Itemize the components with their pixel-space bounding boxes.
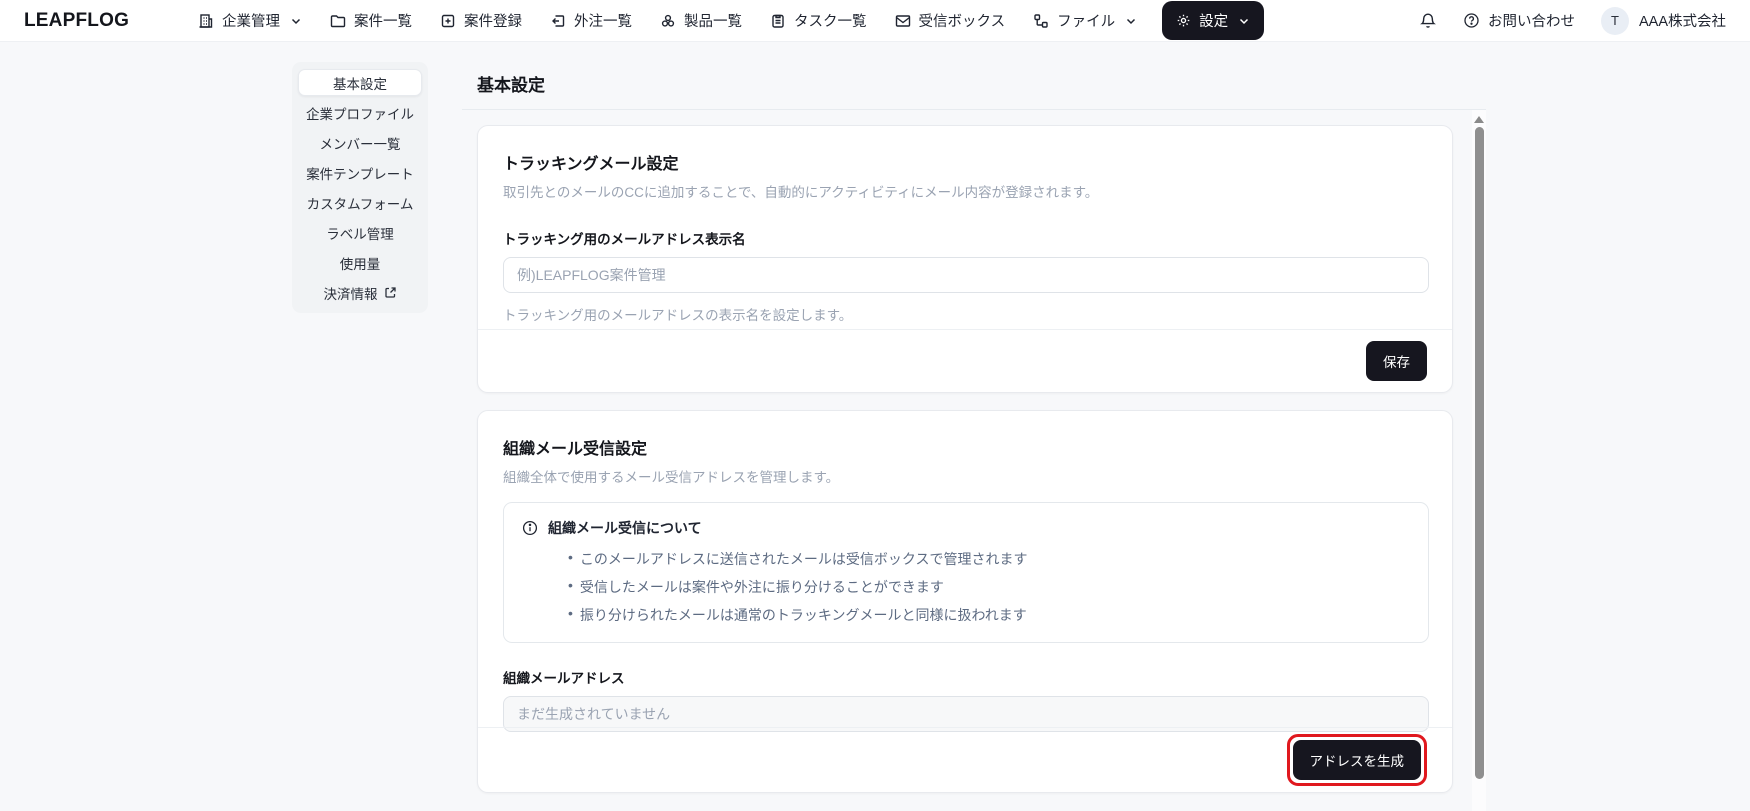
company-name: AAA株式会社: [1638, 14, 1726, 30]
info-bullet-list: このメールアドレスに送信されたメールは受信ボックスで管理されます 受信したメール…: [568, 549, 1410, 625]
title-divider: [462, 109, 1486, 110]
external-link-icon: [384, 286, 397, 299]
folder-icon: [330, 13, 346, 29]
nav-item-inbox[interactable]: 受信ボックス: [884, 2, 1017, 39]
contact-label: お問い合わせ: [1487, 14, 1575, 30]
tracking-address-display-name-input[interactable]: [503, 257, 1429, 293]
top-nav: LEAPFLOG 企業管理 案件一覧 案件登録 外注一覧 製品一覧 タスク一覧 …: [0, 0, 1750, 42]
info-icon: [522, 520, 538, 536]
gear-icon: [1176, 13, 1191, 28]
main-content: 基本設定 トラッキングメール設定 取引先とのメールのCCに追加することで、自動的…: [462, 42, 1486, 793]
sidebar-item-label: カスタムフォーム: [306, 196, 414, 212]
card-footer: 保存: [478, 329, 1452, 392]
sidebar-item-company-profile[interactable]: 企業プロファイル: [298, 99, 422, 126]
sidebar-item-label: ラベル管理: [326, 226, 394, 242]
card-footer: アドレスを生成: [478, 727, 1452, 792]
sidebar-item-usage[interactable]: 使用量: [298, 249, 422, 276]
nav-item-files[interactable]: ファイル: [1022, 2, 1148, 39]
scrollbar[interactable]: [1472, 110, 1486, 811]
notification-bell-icon[interactable]: [1419, 12, 1437, 30]
org-mail-card: 組織メール受信設定 組織全体で使用するメール受信アドレスを管理します。 組織メー…: [477, 410, 1453, 793]
nav-item-label: 設定: [1199, 14, 1229, 30]
settings-sidebar: 基本設定 企業プロファイル メンバー一覧 案件テンプレート カスタムフォーム ラ…: [292, 62, 428, 313]
contact-link[interactable]: お問い合わせ: [1463, 10, 1575, 31]
chevron-down-icon: [1125, 15, 1137, 27]
sidebar-item-label: 案件テンプレート: [306, 166, 414, 182]
app-logo[interactable]: LEAPFLOG: [24, 10, 129, 32]
nav-item-settings[interactable]: 設定: [1162, 1, 1265, 40]
clipboard-icon: [770, 13, 786, 29]
nav-item-label: タスク一覧: [794, 14, 867, 30]
sidebar-item-label: 使用量: [339, 256, 381, 272]
nav-item-label: ファイル: [1057, 14, 1116, 30]
building-icon: [198, 13, 214, 29]
sidebar-item-label: 基本設定: [333, 76, 387, 92]
scrollbar-up-arrow[interactable]: [1474, 116, 1484, 123]
page-title: 基本設定: [477, 76, 545, 95]
nav-item-outsource-list[interactable]: 外注一覧: [539, 2, 643, 39]
sidebar-item-label: 決済情報: [323, 286, 378, 302]
nav-right-cluster: お問い合わせ T AAA株式会社: [1419, 6, 1726, 35]
nav-item-label: 受信ボックス: [918, 14, 1006, 30]
file-plus-icon: [440, 13, 456, 29]
chevron-down-icon: [1238, 15, 1250, 27]
org-mail-info-box: 組織メール受信について このメールアドレスに送信されたメールは受信ボックスで管理…: [503, 502, 1429, 643]
main-nav: 企業管理 案件一覧 案件登録 外注一覧 製品一覧 タスク一覧 受信ボックス ファ…: [187, 1, 1265, 40]
sidebar-item-label: メンバー一覧: [319, 136, 401, 152]
page-body: 基本設定 企業プロファイル メンバー一覧 案件テンプレート カスタムフォーム ラ…: [0, 42, 1750, 811]
info-bullet: このメールアドレスに送信されたメールは受信ボックスで管理されます: [568, 549, 1410, 569]
tracking-address-help-text: トラッキング用のメールアドレスの表示名を設定します。: [503, 308, 853, 323]
card-title: トラッキングメール設定: [503, 156, 679, 173]
outsource-icon: [550, 13, 566, 29]
sidebar-item-deal-template[interactable]: 案件テンプレート: [298, 159, 422, 186]
card-title: 組織メール受信設定: [503, 441, 648, 458]
sidebar-item-label-management[interactable]: ラベル管理: [298, 219, 422, 246]
nav-item-label: 企業管理: [222, 14, 281, 30]
sidebar-item-custom-form[interactable]: カスタムフォーム: [298, 189, 422, 216]
sidebar-item-basic-settings[interactable]: 基本設定: [298, 69, 422, 96]
info-bullet: 振り分けられたメールは通常のトラッキングメールと同様に扱われます: [568, 605, 1410, 625]
nav-item-deal-register[interactable]: 案件登録: [429, 2, 533, 39]
sidebar-item-label: 企業プロファイル: [306, 106, 414, 122]
tracking-address-display-name-label: トラッキング用のメールアドレス表示名: [503, 232, 746, 247]
sidebar-item-billing[interactable]: 決済情報: [298, 279, 422, 306]
nav-item-label: 案件登録: [464, 14, 523, 30]
help-chat-icon: [1463, 12, 1480, 29]
products-icon: [660, 13, 676, 29]
generate-address-button[interactable]: アドレスを生成: [1292, 740, 1421, 780]
nav-item-label: 製品一覧: [684, 14, 743, 30]
card-description: 取引先とのメールのCCに追加することで、自動的にアクティビティにメール内容が登録…: [503, 185, 1099, 200]
save-button[interactable]: 保存: [1366, 341, 1427, 381]
sidebar-item-member-list[interactable]: メンバー一覧: [298, 129, 422, 156]
action-highlight-ring: アドレスを生成: [1286, 734, 1427, 786]
tracking-mail-card: トラッキングメール設定 取引先とのメールのCCに追加することで、自動的にアクティ…: [477, 125, 1453, 393]
nav-item-company-management[interactable]: 企業管理: [187, 2, 313, 39]
nav-item-label: 外注一覧: [574, 14, 633, 30]
info-bullet: 受信したメールは案件や外注に振り分けることができます: [568, 577, 1410, 597]
scrollbar-thumb[interactable]: [1474, 127, 1484, 779]
file-tree-icon: [1033, 13, 1049, 29]
org-mail-address-label: 組織メールアドレス: [503, 671, 625, 686]
card-description: 組織全体で使用するメール受信アドレスを管理します。: [503, 470, 840, 485]
mail-icon: [895, 13, 911, 29]
nav-item-product-list[interactable]: 製品一覧: [649, 2, 753, 39]
chevron-down-icon: [290, 15, 302, 27]
account-menu[interactable]: T AAA株式会社: [1600, 6, 1726, 35]
nav-item-label: 案件一覧: [354, 14, 413, 30]
nav-item-deal-list[interactable]: 案件一覧: [319, 2, 423, 39]
info-title: 組織メール受信について: [548, 520, 702, 536]
nav-item-task-list[interactable]: タスク一覧: [759, 2, 878, 39]
avatar: T: [1600, 6, 1629, 35]
